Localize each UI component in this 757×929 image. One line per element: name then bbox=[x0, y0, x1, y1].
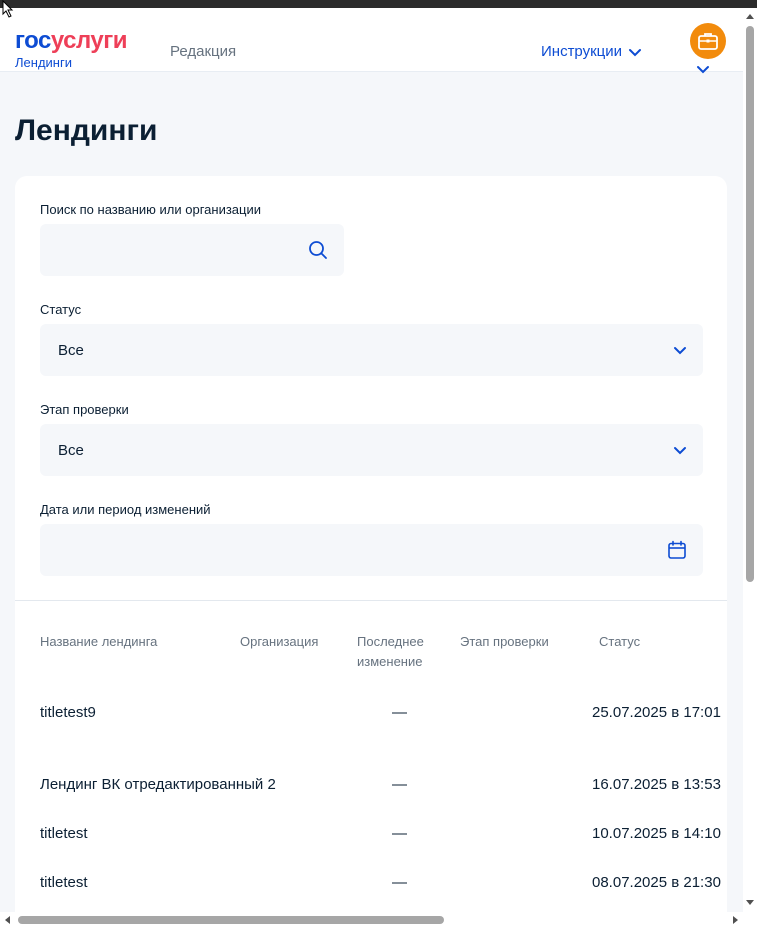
status-label: Статус bbox=[40, 302, 82, 317]
scroll-left-icon[interactable] bbox=[4, 916, 12, 924]
logo-text-uslugi: услуги bbox=[50, 27, 128, 54]
status-select-value: Все bbox=[58, 341, 84, 359]
nav-instructions-label: Инструкции bbox=[541, 43, 623, 60]
scroll-right-icon[interactable] bbox=[731, 916, 739, 924]
vertical-scroll-thumb[interactable] bbox=[746, 26, 754, 582]
horizontal-scrollbar[interactable] bbox=[0, 912, 757, 929]
calendar-icon[interactable] bbox=[667, 540, 687, 560]
table-row-name[interactable]: titletest9 bbox=[40, 704, 96, 721]
avatar[interactable] bbox=[690, 23, 726, 59]
table-row-date: 10.07.2025 в 14:10 bbox=[592, 825, 721, 842]
vertical-scrollbar[interactable] bbox=[743, 8, 757, 912]
table-row-date: 25.07.2025 в 17:01 bbox=[592, 704, 721, 721]
table-row-organization: — bbox=[392, 825, 407, 842]
search-input[interactable] bbox=[40, 224, 344, 276]
scroll-up-icon[interactable] bbox=[746, 13, 754, 21]
chevron-down-icon bbox=[674, 347, 686, 355]
logo-subtitle: Лендинги bbox=[15, 55, 72, 70]
page-title: Лендинги bbox=[15, 114, 158, 147]
table-row-date: 16.07.2025 в 13:53 bbox=[592, 776, 721, 793]
nav-link-edit[interactable]: Редакция bbox=[170, 43, 236, 60]
scroll-down-icon[interactable] bbox=[746, 898, 754, 906]
landings-card: Поиск по названию или организации Статус… bbox=[15, 176, 727, 912]
column-header-name: Название лендинга bbox=[40, 634, 158, 649]
date-input[interactable] bbox=[40, 524, 703, 576]
briefcase-icon bbox=[698, 33, 718, 50]
table-row-name[interactable]: titletest bbox=[40, 874, 88, 891]
column-header-last-change: Последнее изменение bbox=[357, 634, 424, 669]
table-row-organization: — bbox=[392, 874, 407, 891]
stage-select-value: Все bbox=[58, 441, 84, 459]
search-icon[interactable] bbox=[308, 240, 328, 260]
site-header: госуслуги Лендинги Редакция Инструкции bbox=[0, 8, 743, 74]
chevron-down-icon bbox=[674, 447, 686, 455]
gosuslugi-logo[interactable]: госуслуги Лендинги bbox=[15, 27, 128, 71]
window-top-bar bbox=[0, 0, 757, 8]
table-row-organization: — bbox=[392, 704, 407, 721]
divider bbox=[15, 600, 727, 601]
table-row-date: 08.07.2025 в 21:30 bbox=[592, 874, 721, 891]
chevron-down-icon bbox=[629, 48, 642, 56]
column-header-organization: Организация bbox=[240, 634, 319, 649]
column-header-status: Статус bbox=[599, 634, 641, 649]
chevron-down-icon[interactable] bbox=[696, 64, 710, 76]
nav-dropdown-instructions[interactable]: Инструкции bbox=[541, 43, 642, 60]
stage-label: Этап проверки bbox=[40, 402, 129, 417]
table-row-name[interactable]: titletest bbox=[40, 825, 88, 842]
status-select[interactable]: Все bbox=[40, 324, 703, 376]
logo-text-gos: гос bbox=[15, 27, 51, 54]
column-header-stage: Этап проверки bbox=[460, 634, 549, 649]
date-label: Дата или период изменений bbox=[40, 502, 211, 517]
mouse-cursor-icon bbox=[2, 0, 14, 18]
stage-select[interactable]: Все bbox=[40, 424, 703, 476]
search-label: Поиск по названию или организации bbox=[40, 202, 261, 217]
horizontal-scroll-thumb[interactable] bbox=[18, 916, 444, 924]
table-row-organization: — bbox=[392, 776, 407, 793]
browser-viewport: госуслуги Лендинги Редакция Инструкции Л… bbox=[0, 8, 743, 912]
table-row-name[interactable]: Лендинг ВК отредактированный 2 bbox=[40, 776, 276, 793]
